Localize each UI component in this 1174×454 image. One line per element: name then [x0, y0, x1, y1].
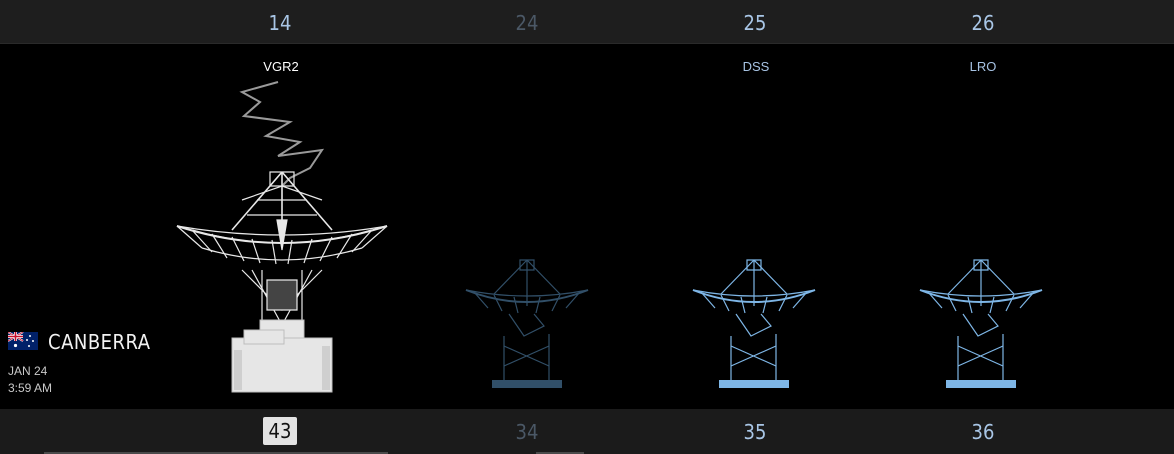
- top-number-4[interactable]: 26: [953, 11, 1013, 35]
- bottom-number-4[interactable]: 36: [953, 420, 1013, 444]
- top-number-3[interactable]: 25: [725, 11, 785, 35]
- bottom-dish-number-bar: 43 34 35 36: [0, 409, 1174, 454]
- antenna-dish-14-icon[interactable]: [172, 160, 392, 395]
- bottom-number-2[interactable]: 34: [497, 420, 557, 444]
- spacecraft-label-vgr2[interactable]: VGR2: [231, 59, 331, 74]
- australia-flag-icon: [8, 332, 38, 350]
- top-number-2[interactable]: 24: [497, 11, 557, 35]
- spacecraft-label-dss[interactable]: DSS: [706, 59, 806, 74]
- antenna-dish-26-icon[interactable]: [918, 256, 1044, 392]
- bottom-number-1[interactable]: 43: [263, 417, 297, 445]
- top-number-1[interactable]: 14: [250, 11, 310, 35]
- station-time: 3:59 AM: [8, 381, 53, 395]
- spacecraft-label-lro[interactable]: LRO: [933, 59, 1033, 74]
- antenna-dish-25-icon[interactable]: [691, 256, 817, 392]
- top-dish-number-bar: 14 24 25 26: [0, 0, 1174, 44]
- bottom-number-3[interactable]: 35: [725, 420, 785, 444]
- station-date: JAN 24: [8, 364, 48, 378]
- antenna-dish-24-icon[interactable]: [464, 256, 590, 392]
- station-name: CANBERRA: [48, 330, 151, 354]
